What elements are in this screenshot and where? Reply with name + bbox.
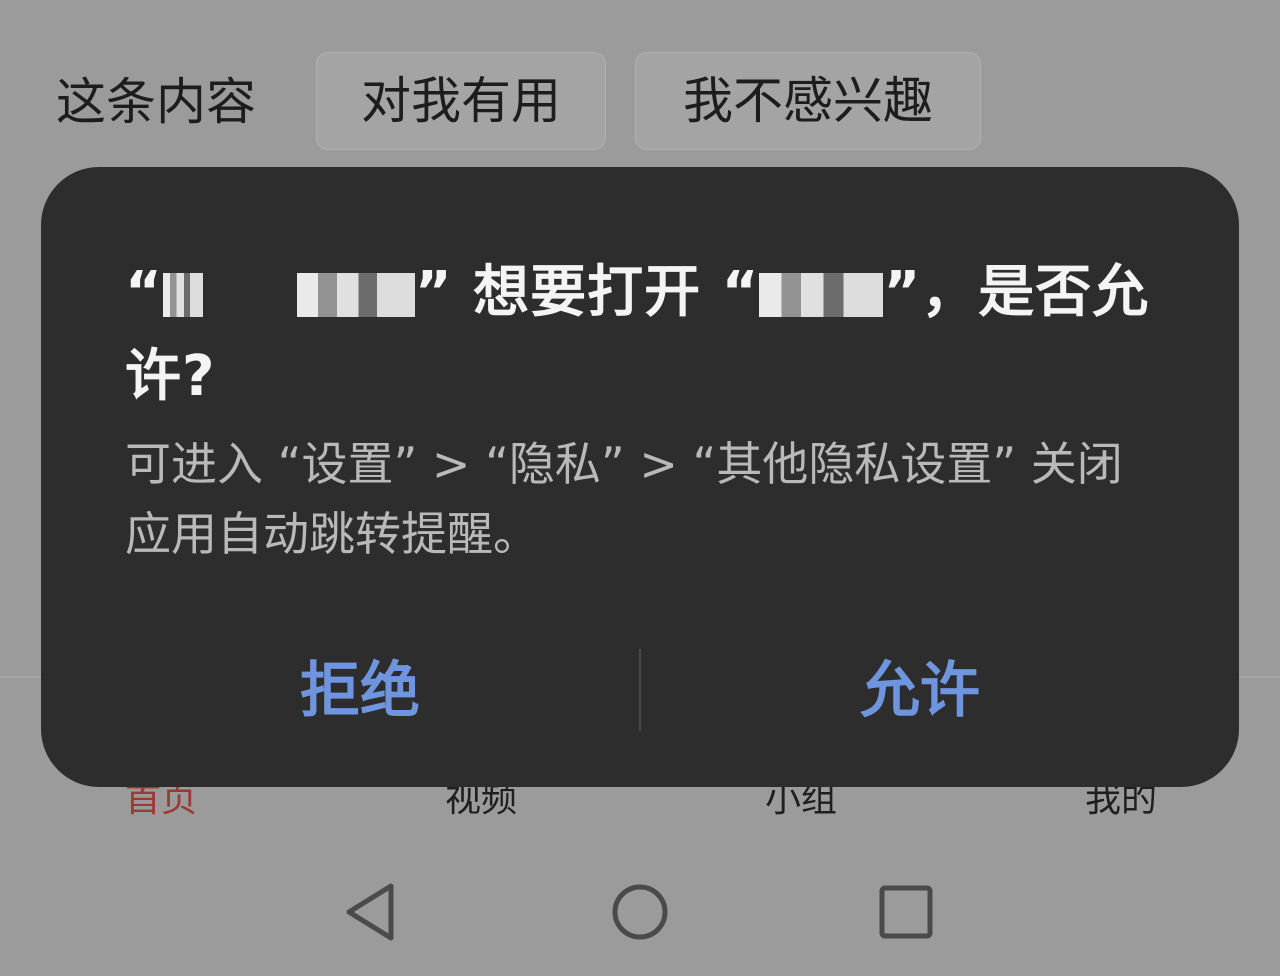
redacted-source-app-name [162, 273, 203, 317]
feedback-row: 这条内容 对我有用 我不感兴趣 [0, 52, 1280, 152]
not-interested-button[interactable]: 我不感兴趣 [635, 52, 981, 150]
useful-button[interactable]: 对我有用 [316, 52, 606, 150]
dialog-title: “” 想要打开 “”，是否允许? [125, 251, 1165, 419]
title-open-quote-2: “ [721, 260, 760, 325]
feedback-prompt: 这条内容 [56, 73, 256, 131]
back-triangle-icon[interactable] [333, 874, 409, 950]
recents-square-icon[interactable] [868, 874, 944, 950]
open-app-permission-dialog: “” 想要打开 “”，是否允许? 可进入 “设置” > “隐私” > “其他隐私… [41, 167, 1239, 787]
home-circle-icon[interactable] [602, 874, 678, 950]
dialog-button-divider [639, 649, 641, 731]
redacted-target-app-name [759, 273, 884, 317]
system-navigation-bar [0, 860, 1280, 960]
title-close-quote-2: ” [883, 260, 922, 325]
dialog-description: 可进入 “设置” > “隐私” > “其他隐私设置” 关闭应用自动跳转提醒。 [125, 437, 1123, 561]
title-open-quote: “ [125, 260, 163, 325]
title-middle-text: 想要打开 [473, 260, 702, 325]
deny-button[interactable]: 拒绝 [200, 651, 520, 731]
allow-button[interactable]: 允许 [760, 651, 1080, 731]
redacted-source-app-name-part [296, 273, 415, 317]
title-close-quote: ” [414, 260, 453, 325]
